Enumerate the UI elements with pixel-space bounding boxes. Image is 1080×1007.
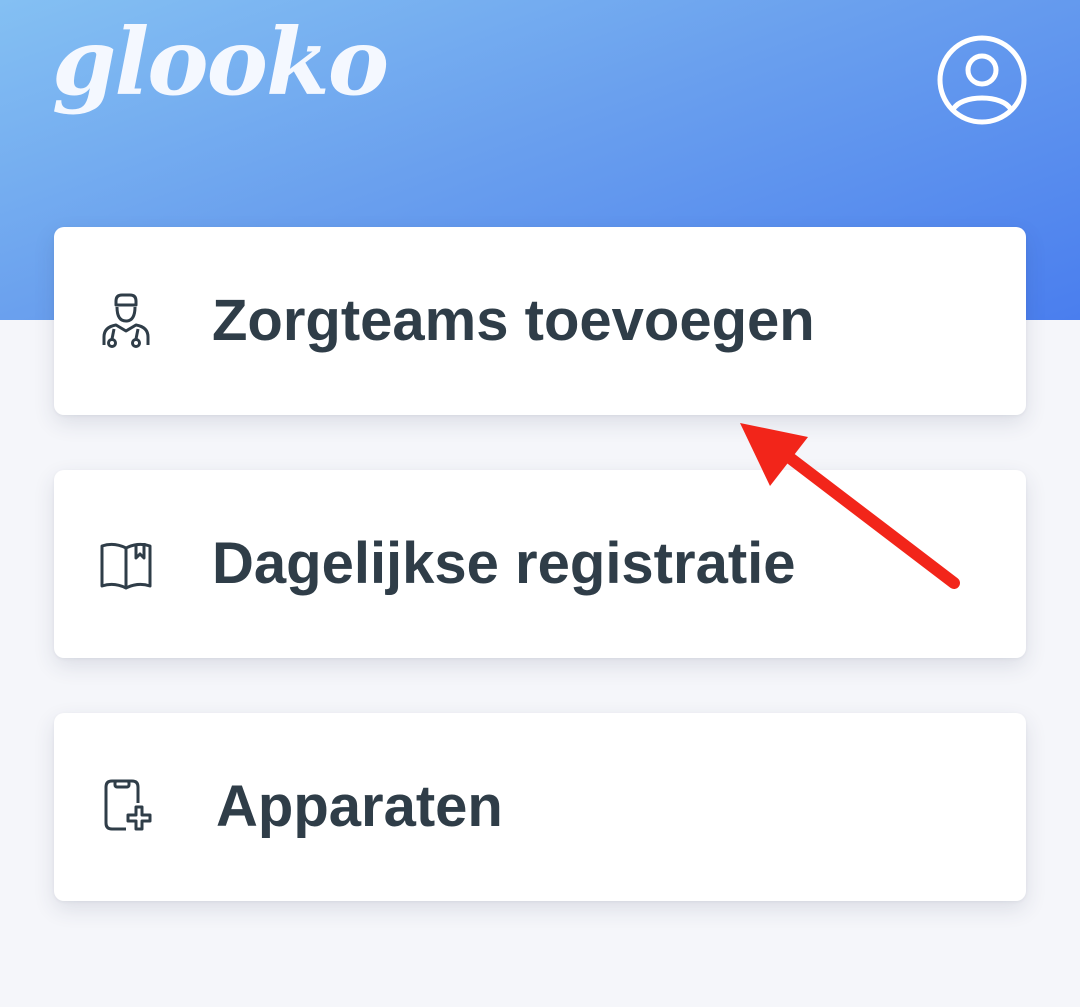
glooko-logo: glooko xyxy=(52,8,389,116)
doctor-icon xyxy=(98,291,154,351)
menu-item-label: Apparaten xyxy=(216,774,503,839)
menu-item-label: Dagelijkse registratie xyxy=(212,531,796,596)
device-add-icon xyxy=(98,777,154,837)
menu-item-care-teams[interactable]: Zorgteams toevoegen xyxy=(54,227,1026,415)
profile-button[interactable] xyxy=(936,34,1028,126)
menu-item-devices[interactable]: Apparaten xyxy=(54,713,1026,901)
menu-item-daily-logging[interactable]: Dagelijkse registratie xyxy=(54,470,1026,658)
logbook-icon xyxy=(98,534,154,594)
menu-item-label: Zorgteams toevoegen xyxy=(212,288,815,353)
user-circle-icon xyxy=(937,35,1027,125)
